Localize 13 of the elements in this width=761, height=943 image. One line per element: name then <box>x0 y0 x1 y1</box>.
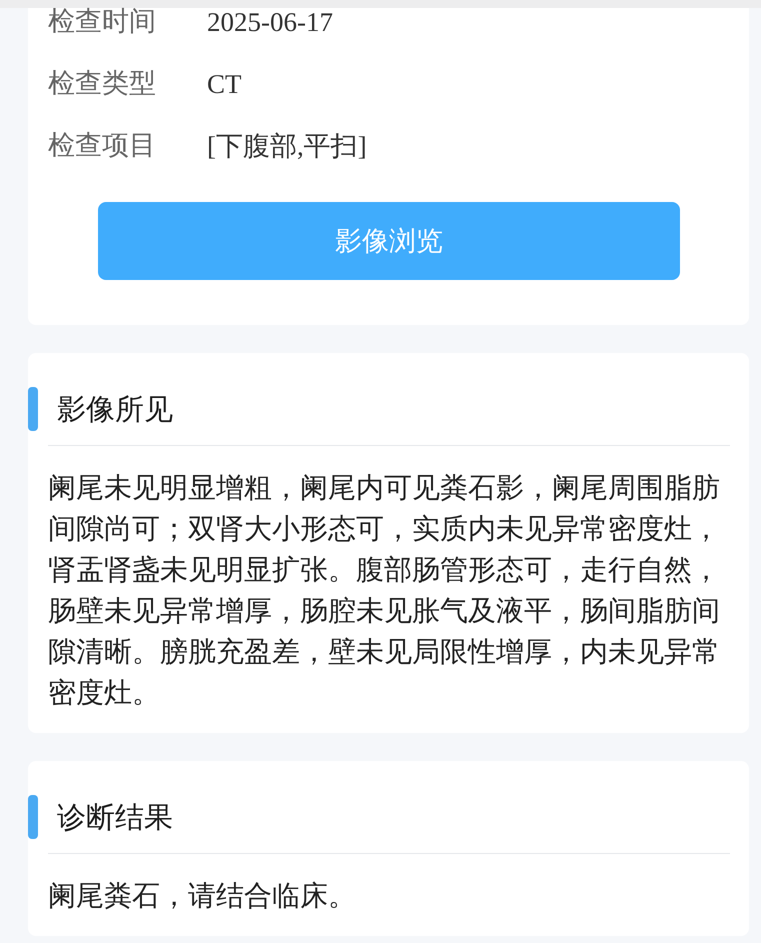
section-marker-icon <box>28 795 38 839</box>
field-label: 检查项目 <box>48 132 157 160</box>
field-label: 检查时间 <box>48 8 157 36</box>
section-title: 诊断结果 <box>57 799 173 835</box>
section-marker-icon <box>28 387 38 431</box>
section-title: 影像所见 <box>57 391 173 427</box>
field-value: CT <box>207 70 242 98</box>
image-view-button[interactable]: 影像浏览 <box>98 202 680 280</box>
field-value: 2025-06-17 <box>207 8 333 36</box>
field-value: [下腹部,平扫] <box>207 132 367 160</box>
field-label: 检查类型 <box>48 70 157 98</box>
section-text: 阑尾粪石，请结合临床。 <box>48 878 357 914</box>
section-text: 阑尾未见明显增粗，阑尾内可见粪石影，阑尾周围脂肪间隙尚可；双肾大小形态可，实质内未见异常密度灶，肾盂肾盏未见明显扩张。腹部肠管形态可，走行自然，肠壁未见异常增厚，肠腔未见胀气及液平，肠间脂肪间隙清晰。膀胱充盈差，壁未见局限性增厚，内未见异常密度灶。 <box>48 470 721 711</box>
